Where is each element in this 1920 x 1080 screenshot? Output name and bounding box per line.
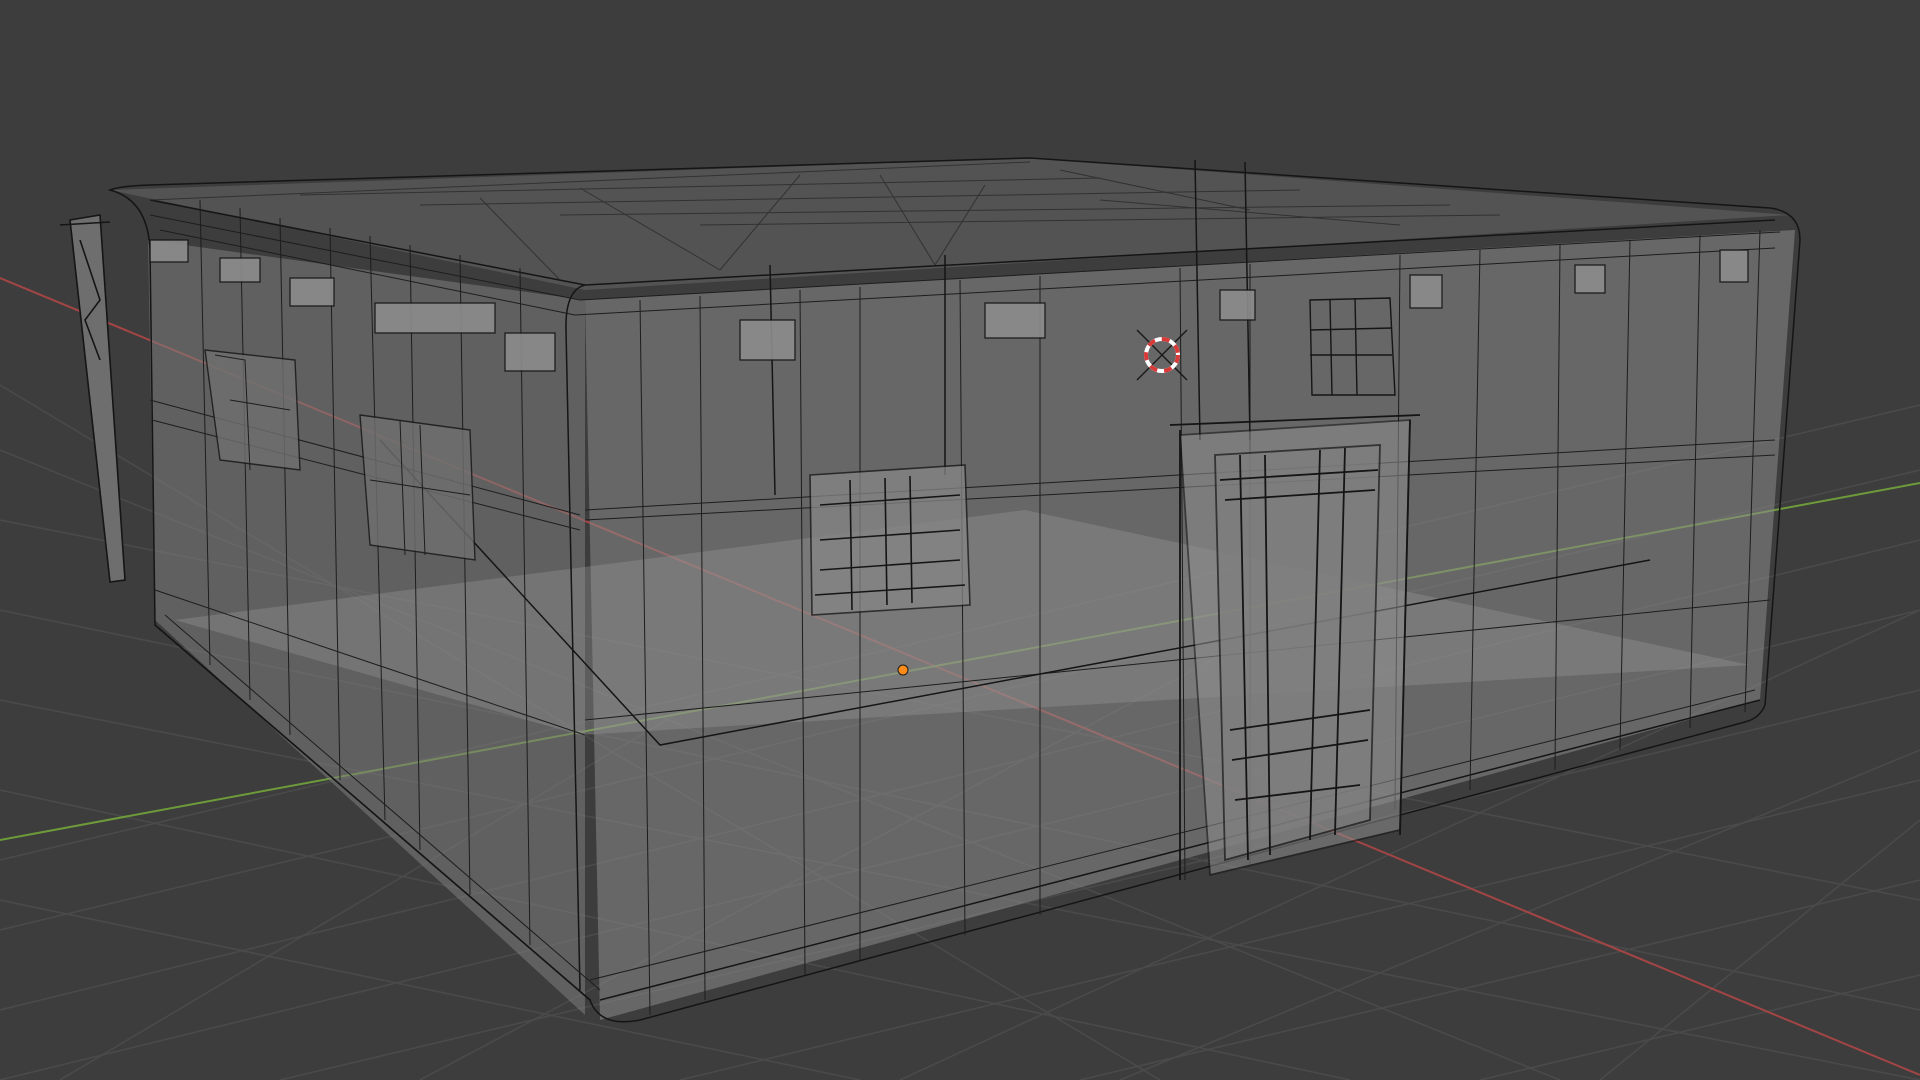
window-front: [809, 464, 971, 616]
window-left-2: [359, 414, 476, 561]
door-frame: [1169, 414, 1421, 880]
window-left-1: [204, 349, 301, 471]
drainpipe: [59, 214, 126, 583]
object-origin-icon[interactable]: [897, 664, 909, 676]
3d-viewport[interactable]: [0, 0, 1920, 1080]
building-mesh[interactable]: [59, 157, 1801, 1023]
3d-cursor-icon[interactable]: [1136, 329, 1188, 381]
viewport-canvas[interactable]: [0, 0, 1920, 1080]
